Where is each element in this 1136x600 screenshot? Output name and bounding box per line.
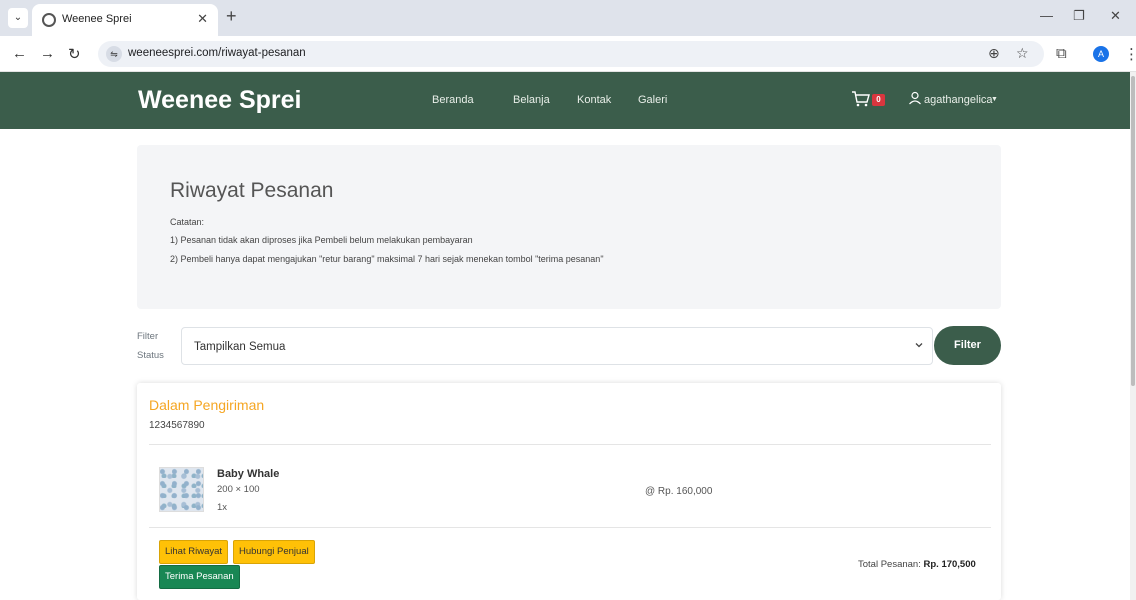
profile-avatar[interactable]: A bbox=[1093, 46, 1109, 62]
filter-label-line2: Status bbox=[137, 350, 164, 361]
nav-link-belanja[interactable]: Belanja bbox=[513, 94, 550, 106]
user-menu-toggle[interactable]: agathangelica bbox=[924, 94, 993, 106]
notes-label: Catatan: bbox=[170, 217, 205, 227]
divider bbox=[149, 444, 991, 445]
cart-icon[interactable] bbox=[851, 89, 871, 109]
url-bar[interactable]: ⇋ weeneesprei.com/riwayat-pesanan ⊕ ☆ bbox=[98, 41, 1044, 67]
site-navbar: Weenee Sprei Beranda Belanja Kontak Gale… bbox=[0, 72, 1130, 129]
divider bbox=[149, 527, 991, 528]
product-thumbnail bbox=[159, 467, 204, 512]
cart-count-badge: 0 bbox=[872, 94, 885, 106]
order-card: Dalam Pengiriman 1234567890 Baby Whale 2… bbox=[137, 383, 1001, 600]
url-text[interactable]: weeneesprei.com/riwayat-pesanan bbox=[128, 47, 306, 59]
nav-link-kontak[interactable]: Kontak bbox=[577, 94, 611, 106]
globe-icon bbox=[42, 13, 56, 27]
close-icon[interactable]: ✕ bbox=[197, 11, 208, 27]
note-line-2: 2) Pembeli hanya dapat mengajukan "retur… bbox=[170, 254, 604, 264]
address-bar-row: ← → ↻ ⇋ weeneesprei.com/riwayat-pesanan … bbox=[0, 36, 1136, 72]
bookmark-star-icon[interactable]: ☆ bbox=[1016, 45, 1029, 62]
tab-search-chevron-icon[interactable]: ⌄ bbox=[8, 8, 28, 28]
back-arrow-icon[interactable]: ← bbox=[12, 45, 27, 62]
site-info-icon[interactable]: ⇋ bbox=[106, 46, 122, 62]
chevron-down-icon bbox=[915, 343, 923, 348]
note-line-1: 1) Pesanan tidak akan diproses jika Pemb… bbox=[170, 235, 473, 245]
order-id: 1234567890 bbox=[149, 420, 205, 431]
status-filter-select[interactable]: Tampilkan Semua bbox=[181, 327, 933, 365]
caret-down-icon[interactable]: ▼ bbox=[991, 96, 998, 103]
window-close-icon[interactable]: ✕ bbox=[1110, 8, 1121, 24]
page-header-panel: Riwayat Pesanan Catatan: 1) Pesanan tida… bbox=[137, 145, 1001, 309]
brand-logo[interactable]: Weenee Sprei bbox=[138, 86, 302, 115]
filter-selected-value[interactable]: Tampilkan Semua bbox=[194, 341, 285, 353]
page-title: Riwayat Pesanan bbox=[170, 179, 334, 202]
product-name: Baby Whale bbox=[217, 468, 280, 480]
zoom-icon[interactable]: ⊕ bbox=[988, 45, 1000, 62]
receive-order-button[interactable]: Terima Pesanan bbox=[159, 565, 240, 589]
filter-button[interactable]: Filter bbox=[934, 326, 1001, 365]
extensions-icon[interactable]: ⧉ bbox=[1056, 45, 1067, 62]
minimize-icon[interactable]: — bbox=[1040, 8, 1053, 23]
product-price: @ Rp. 160,000 bbox=[645, 486, 713, 497]
new-tab-plus-icon[interactable]: + bbox=[226, 6, 237, 27]
browser-tab[interactable]: Weenee Sprei ✕ bbox=[32, 4, 218, 36]
total-value: Rp. 170,500 bbox=[923, 559, 976, 570]
nav-link-galeri[interactable]: Galeri bbox=[638, 94, 667, 106]
scrollbar-thumb[interactable] bbox=[1131, 76, 1135, 386]
order-status: Dalam Pengiriman bbox=[149, 397, 265, 413]
reload-icon[interactable]: ↻ bbox=[68, 45, 81, 63]
restore-icon[interactable]: ❐ bbox=[1073, 8, 1085, 24]
filter-label-line1: Filter bbox=[137, 331, 159, 342]
browser-menu-icon[interactable]: ⋮ bbox=[1124, 45, 1136, 63]
forward-arrow-icon[interactable]: → bbox=[40, 45, 55, 62]
total-label: Total Pesanan: bbox=[858, 559, 921, 570]
order-total: Total Pesanan: Rp. 170,500 bbox=[858, 559, 976, 570]
tab-title: Weenee Sprei bbox=[62, 13, 132, 25]
view-history-button[interactable]: Lihat Riwayat bbox=[159, 540, 229, 564]
user-icon bbox=[909, 91, 921, 105]
contact-seller-button[interactable]: Hubungi Penjual bbox=[233, 540, 315, 564]
nav-link-beranda[interactable]: Beranda bbox=[432, 94, 474, 106]
product-size: 200 × 100 bbox=[217, 484, 260, 495]
product-quantity: 1x bbox=[217, 502, 228, 513]
browser-tab-bar: ⌄ Weenee Sprei ✕ + — ❐ ✕ bbox=[0, 0, 1136, 36]
